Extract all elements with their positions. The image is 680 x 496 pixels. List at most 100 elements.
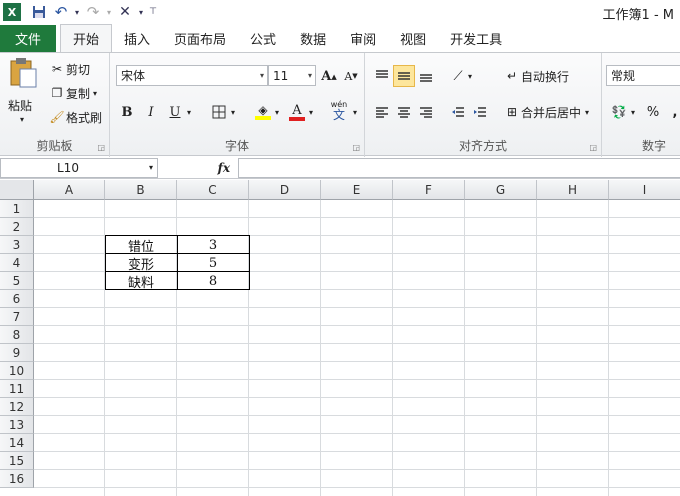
percent-button[interactable]: % [642, 101, 664, 123]
bold-button[interactable]: B [116, 101, 138, 123]
italic-icon: I [148, 104, 154, 120]
underline-button[interactable]: U [164, 101, 186, 123]
copy-button[interactable]: ❐ 复制 ▾ [48, 83, 97, 103]
row-header[interactable]: 5 [0, 272, 34, 290]
tab-file[interactable]: 文件 [0, 25, 56, 52]
shrink-font-button[interactable]: A ▼ [340, 65, 362, 87]
redo-icon[interactable]: ↷ [83, 2, 103, 22]
column-header[interactable]: E [321, 180, 393, 200]
cell-B4[interactable]: 变形 [105, 254, 177, 273]
tab-formulas[interactable]: 公式 [238, 25, 288, 52]
row-header[interactable]: 12 [0, 398, 34, 416]
phonetic-dropdown-icon[interactable]: ▾ [350, 101, 360, 123]
tab-insert[interactable]: 插入 [112, 25, 162, 52]
font-launcher-icon[interactable]: ◲ [352, 143, 360, 152]
row-header[interactable]: 16 [0, 470, 34, 488]
tools-dropdown-icon[interactable]: ▾ [137, 2, 145, 22]
grow-font-button[interactable]: A ▲ [318, 65, 340, 87]
row-header[interactable]: 4 [0, 254, 34, 272]
align-middle-button[interactable] [393, 65, 415, 87]
tab-home[interactable]: 开始 [60, 24, 113, 52]
alignment-launcher-icon[interactable]: ◲ [589, 143, 597, 152]
comma-button[interactable]: , [664, 101, 680, 123]
column-header[interactable]: I [609, 180, 680, 200]
row-header[interactable]: 11 [0, 380, 34, 398]
row-header[interactable]: 15 [0, 452, 34, 470]
row-header[interactable]: 3 [0, 236, 34, 254]
number-format-select[interactable]: 常规 [606, 65, 680, 86]
fill-color-dropdown-icon[interactable]: ▾ [272, 101, 282, 123]
font-name-select[interactable]: 宋体 ▾ [116, 65, 268, 86]
column-header[interactable]: H [537, 180, 609, 200]
format-painter-button[interactable]: 🖌 格式刷 [48, 107, 102, 127]
tab-developer[interactable]: 开发工具 [438, 25, 514, 52]
row-header[interactable]: 2 [0, 218, 34, 236]
formula-input[interactable] [238, 157, 680, 178]
cell-B5[interactable]: 缺料 [105, 272, 177, 291]
align-center-button[interactable] [393, 101, 415, 123]
cell-C3[interactable]: 3 [177, 236, 249, 254]
save-icon[interactable] [29, 2, 49, 22]
row-header[interactable]: 9 [0, 344, 34, 362]
column-header[interactable]: C [177, 180, 249, 200]
undo-icon[interactable]: ↶ [51, 2, 71, 22]
name-box[interactable]: L10 ▾ [0, 157, 158, 178]
insert-function-icon[interactable]: fx [218, 161, 230, 175]
cut-button[interactable]: ✂ 剪切 [48, 59, 90, 79]
row-header[interactable]: 10 [0, 362, 34, 380]
undo-dropdown-icon[interactable]: ▾ [73, 2, 81, 22]
select-all-corner[interactable] [0, 180, 34, 200]
tools-icon[interactable]: ✕ [115, 2, 135, 22]
align-left-button[interactable] [371, 101, 393, 123]
tab-view[interactable]: 视图 [388, 25, 438, 52]
wrap-text-button[interactable]: ↵ 自动换行 [503, 66, 569, 86]
column-header[interactable]: B [105, 180, 177, 200]
gridline-horizontal [34, 415, 680, 416]
currency-dropdown-icon[interactable]: ▾ [628, 101, 638, 123]
phonetic-button[interactable]: wén 文 [326, 99, 352, 121]
cell-C5[interactable]: 8 [177, 272, 249, 290]
spreadsheet-grid[interactable]: A B C D E F G H I 1 2 3 4 5 6 7 8 9 10 11 12 13 14 15 16 错位 3 变形 5 缺料… [0, 180, 680, 496]
align-top-button[interactable] [371, 65, 393, 87]
font-color-button[interactable]: A [286, 101, 308, 123]
tab-data[interactable]: 数据 [288, 25, 338, 52]
excel-app-icon[interactable]: X [3, 3, 21, 21]
row-header[interactable]: 7 [0, 308, 34, 326]
font-size-select[interactable]: 11 ▾ [268, 65, 316, 86]
row-header[interactable]: 6 [0, 290, 34, 308]
column-header[interactable]: A [34, 180, 105, 200]
currency-button[interactable]: 💱 [608, 101, 630, 123]
column-header[interactable]: G [465, 180, 537, 200]
paste-button[interactable]: 粘贴 ▾ [6, 57, 40, 129]
row-header[interactable]: 13 [0, 416, 34, 434]
gridline-horizontal [34, 487, 680, 488]
orientation-dropdown-icon[interactable]: ▾ [465, 65, 475, 87]
decrease-indent-button[interactable] [447, 101, 469, 123]
row-header[interactable]: 8 [0, 326, 34, 344]
tab-review[interactable]: 审阅 [338, 25, 388, 52]
grow-font-icon: A [321, 68, 332, 84]
align-right-button[interactable] [415, 101, 437, 123]
cell-C4[interactable]: 5 [177, 254, 249, 272]
column-header[interactable]: D [249, 180, 321, 200]
customize-qat-icon[interactable]: ⊤ [147, 2, 159, 22]
italic-button[interactable]: I [140, 101, 162, 123]
row-header[interactable]: 14 [0, 434, 34, 452]
ribbon-tabs: 文件 开始 插入 页面布局 公式 数据 审阅 视图 开发工具 [0, 24, 680, 52]
fill-color-button[interactable]: ◈ [252, 101, 274, 123]
align-bottom-button[interactable] [415, 65, 437, 87]
borders-dropdown-icon[interactable]: ▾ [228, 101, 238, 123]
borders-button[interactable] [208, 101, 230, 123]
row-header[interactable]: 1 [0, 200, 34, 218]
column-header[interactable]: F [393, 180, 465, 200]
cell-B3[interactable]: 错位 [105, 236, 177, 255]
align-middle-icon [398, 72, 410, 80]
increase-indent-button[interactable] [469, 101, 491, 123]
merge-center-button[interactable]: ⊞ 合并后居中 ▾ [503, 102, 589, 122]
font-color-dropdown-icon[interactable]: ▾ [306, 101, 316, 123]
underline-dropdown-icon[interactable]: ▾ [184, 101, 194, 123]
tab-page-layout[interactable]: 页面布局 [162, 25, 238, 52]
redo-dropdown-icon[interactable]: ▾ [105, 2, 113, 22]
align-top-icon [376, 70, 388, 78]
clipboard-launcher-icon[interactable]: ◲ [97, 143, 105, 152]
